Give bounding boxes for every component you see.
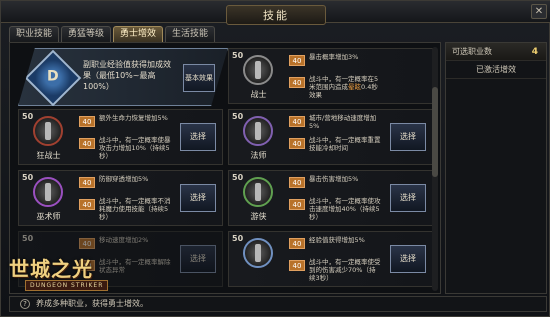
select-button[interactable]: 选择 — [180, 245, 216, 273]
effect-text: 城市/营地移动速度增加5% — [309, 114, 377, 130]
logo-subtitle: DUNGEON STRIKER — [25, 280, 109, 291]
title-bar: 技能 ✕ — [1, 1, 550, 25]
selectable-count: 4 — [531, 47, 538, 57]
class-name: 法师 — [250, 151, 267, 160]
tab-life-skills[interactable]: 生活技能 — [165, 26, 216, 42]
effect-row: 40 战斗中，有一定概率在5米范围内造成晕眩0.4秒效果 — [289, 75, 381, 99]
level-badge: 40 — [79, 199, 95, 210]
effect-text: 战斗中，有一定概率使攻击速度增加40%（持续5秒） — [309, 197, 381, 221]
berserker-icon — [33, 116, 63, 146]
level-badge: 40 — [79, 238, 95, 249]
class-name: 巫术师 — [36, 212, 61, 221]
tab-valor-level[interactable]: 勇猛等级 — [61, 26, 112, 42]
effect-row: 40 战斗中，有一定概率不消耗魔力使用技能（持续5秒） — [79, 197, 171, 221]
level-badge: 40 — [289, 116, 305, 127]
level-badge: 40 — [289, 177, 305, 188]
select-button[interactable]: 选择 — [180, 184, 216, 212]
summary-panel: 可选职业数 4 已激活增效 — [445, 42, 547, 294]
class-level: 50 — [232, 51, 244, 60]
select-button[interactable]: 选择 — [180, 123, 216, 151]
window-title: 技能 — [226, 5, 326, 25]
skill-window: 技能 ✕ 职业技能 勇猛等级 勇士增效 生活技能 D 副职业经验值获得加成效果（… — [0, 0, 550, 317]
game-logo: 世城之光 DUNGEON STRIKER — [3, 249, 113, 303]
base-effect-button[interactable]: 基本效果 — [183, 64, 215, 92]
select-button[interactable]: 选择 — [390, 123, 426, 151]
effect-text: 防御穿透增加5% — [99, 175, 149, 183]
effect-text: 战斗中，有一定概率使暴攻击力增加10%（持续5秒） — [99, 136, 171, 160]
class-card-berserker: 50 狂战士 40 额外生命力恢复增加5% 40 战斗中，有一定概率使暴攻击力增… — [18, 109, 223, 165]
level-badge: 40 — [289, 238, 305, 249]
base-effect-text: 副职业经验值获得加成效果（最低10%~最高100%） — [83, 60, 171, 91]
class-level: 50 — [22, 234, 34, 243]
class-level: 50 — [22, 112, 34, 121]
level-badge: 40 — [79, 116, 95, 127]
logo-title: 世城之光 — [9, 257, 93, 281]
tab-bar: 职业技能 勇猛等级 勇士增效 生活技能 — [9, 26, 216, 42]
mage-icon — [243, 116, 273, 146]
class-level: 50 — [232, 173, 244, 182]
effect-row: 40 城市/营地移动速度增加5% — [289, 114, 381, 134]
tab-class-skills[interactable]: 职业技能 — [9, 26, 60, 42]
effect-row: 40 防御穿透增加5% — [79, 175, 171, 195]
effect-text: 暴击伤害增加5% — [309, 175, 359, 183]
effect-text: 战斗中，有一定概率不消耗魔力使用技能（持续5秒） — [99, 197, 171, 221]
class-name: 战士 — [250, 90, 267, 99]
select-button[interactable]: 选择 — [390, 245, 426, 273]
class-level: 50 — [232, 112, 244, 121]
warrior-icon — [243, 55, 273, 85]
class-card-ranger: 50 游侠 40 暴击伤害增加5% 40 战斗中，有一定概率使攻击速度增加40%… — [228, 170, 433, 226]
class-name: 游侠 — [250, 212, 267, 221]
dungeon-emblem-icon: D — [24, 49, 82, 106]
effect-row: 40 额外生命力恢复增加5% — [79, 114, 171, 134]
tab-warrior-boost[interactable]: 勇士增效 — [113, 26, 164, 42]
effect-row: 40 暴击伤害增加5% — [289, 175, 381, 195]
level-badge: 40 — [289, 260, 305, 271]
effect-text: 战斗中，有一定概率重置技能冷却时间 — [309, 136, 381, 152]
level-badge: 40 — [289, 138, 305, 149]
effect-text: 额外生命力恢复增加5% — [99, 114, 168, 122]
effect-text: 战斗中，有一定概率在5米范围内造成晕眩0.4秒效果 — [309, 75, 379, 99]
level-badge: 40 — [289, 55, 305, 66]
effect-row: 40 经验值获得增加5% — [289, 236, 381, 256]
level-badge: 40 — [289, 77, 305, 88]
base-effect-banner: D 副职业经验值获得加成效果（最低10%~最高100%） 基本效果 — [18, 48, 228, 106]
class-card-warrior: 50 战士 40 暴击概率增加3% 40 战斗中，有一定概率在5米范围内造成晕眩… — [228, 48, 433, 104]
effect-text: 移动速度增加2% — [99, 236, 149, 244]
effect-row: 40 暴击概率增加3% — [289, 53, 381, 73]
class-card-paladin: 50 40 经验值获得增加5% 40 战斗中，有一定概率使受到的伤害减少70%（… — [228, 231, 433, 287]
effect-row: 40 战斗中，有一定概率使受到的伤害减少70%（持续3秒） — [289, 258, 381, 282]
sorcerer-icon — [33, 177, 63, 207]
class-name: 狂战士 — [36, 151, 61, 160]
active-boost-header: 已激活增效 — [446, 61, 546, 79]
scroll-thumb[interactable] — [432, 87, 438, 177]
level-badge: 40 — [79, 177, 95, 188]
effect-row: 40 战斗中，有一定概率使攻击速度增加40%（持续5秒） — [289, 197, 381, 221]
class-level: 50 — [22, 173, 34, 182]
scrollbar[interactable] — [432, 47, 438, 291]
effect-text: 暴击概率增加3% — [309, 53, 359, 61]
effect-text: 经验值获得增加5% — [309, 236, 365, 244]
level-badge: 40 — [79, 138, 95, 149]
selectable-count-row: 可选职业数 4 — [446, 43, 546, 61]
ranger-icon — [243, 177, 273, 207]
effect-text: 战斗中，有一定概率使受到的伤害减少70%（持续3秒） — [309, 258, 381, 282]
paladin-icon — [243, 238, 273, 268]
level-badge: 40 — [289, 199, 305, 210]
class-level: 50 — [232, 234, 244, 243]
effect-row: 40 战斗中，有一定概率使暴攻击力增加10%（持续5秒） — [79, 136, 171, 160]
selectable-label: 可选职业数 — [452, 47, 492, 56]
effect-row: 40 战斗中，有一定概率重置技能冷却时间 — [289, 136, 381, 156]
close-button[interactable]: ✕ — [531, 4, 547, 19]
class-card-sorcerer: 50 巫术师 40 防御穿透增加5% 40 战斗中，有一定概率不消耗魔力使用技能… — [18, 170, 223, 226]
select-button[interactable]: 选择 — [390, 184, 426, 212]
class-card-mage: 50 法师 40 城市/营地移动速度增加5% 40 战斗中，有一定概率重置技能冷… — [228, 109, 433, 165]
